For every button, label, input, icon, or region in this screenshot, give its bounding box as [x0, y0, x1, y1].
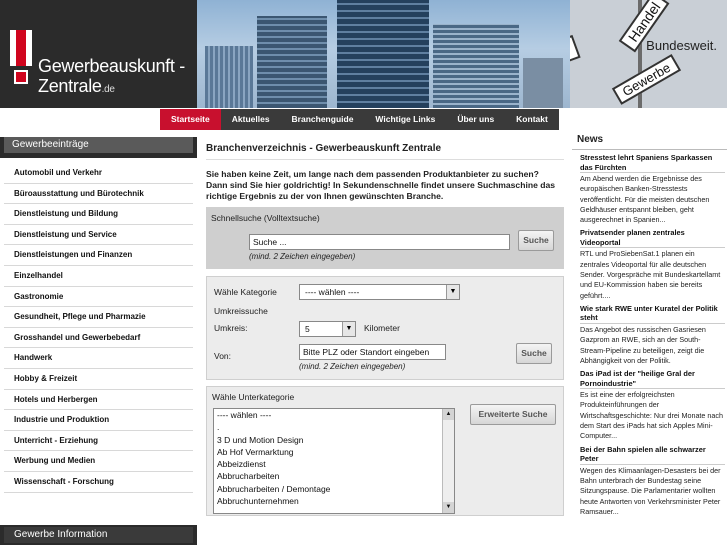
subcategory-listbox[interactable]: ---- wählen ---- . 3 D und Motion Design…: [213, 408, 455, 514]
banner-claim: Bundesweit.: [646, 38, 717, 53]
banner-skyscrapers-image: [197, 0, 570, 108]
category-label: Wähle Kategorie: [214, 287, 277, 297]
category-search-button[interactable]: Suche: [516, 343, 552, 364]
nav-startseite[interactable]: Startseite: [160, 109, 221, 130]
quick-search-panel: Schnellsuche (Volltextsuche) Suche ... (…: [206, 207, 564, 269]
location-input[interactable]: Bitte PLZ oder Standort eingeben: [299, 344, 446, 360]
news-teaser: Das Angebot des russischen Gasriesen Gaz…: [580, 324, 706, 365]
sidebar-item-wissenschaft[interactable]: Wissenschaft - Forschung: [4, 472, 193, 493]
sidebar-item-einzelhandel[interactable]: Einzelhandel: [4, 266, 193, 287]
nav-wichtige-links[interactable]: Wichtige Links: [364, 109, 446, 130]
logo-text-zentrale: Zentrale: [38, 76, 102, 96]
subcategory-option[interactable]: 3 D und Motion Design: [214, 434, 454, 446]
news-teaser: Wegen des Klimaanlagen-Desasters bei der…: [580, 465, 721, 516]
subcategory-option[interactable]: Abbruchunternehmen: [214, 495, 454, 507]
sidebar-item-handwerk[interactable]: Handwerk: [4, 348, 193, 369]
exclamation-logo-icon: [10, 30, 32, 84]
sidebar-item-automobil[interactable]: Automobil und Verkehr: [4, 163, 193, 184]
sidebar-category-list: Automobil und Verkehr Büroausstattung un…: [0, 161, 197, 493]
quick-search-button[interactable]: Suche: [518, 230, 554, 251]
nav-bar: Startseite Aktuelles Branchenguide Wicht…: [0, 108, 727, 131]
sidebar-item-industrie[interactable]: Industrie und Produktion: [4, 410, 193, 431]
sidebar-heading-info: Gewerbe Information: [0, 525, 197, 545]
subcategory-option[interactable]: Ab Hof Vermarktung: [214, 446, 454, 458]
news-item: Stresstest lehrt Spaniens Sparkassen das…: [572, 150, 727, 225]
main-content: Branchenverzeichnis - Gewerbeauskunft Ze…: [206, 131, 564, 545]
nav-aktuelles[interactable]: Aktuelles: [221, 109, 281, 130]
news-headline[interactable]: Stresstest lehrt Spaniens Sparkassen das…: [580, 150, 725, 173]
news-column: News Stresstest lehrt Spaniens Sparkasse…: [572, 131, 727, 545]
sidebar-heading-label: Gewerbeeinträge: [4, 137, 193, 153]
chevron-down-icon: ▼: [446, 285, 459, 299]
radius-section-label: Umkreissuche: [214, 306, 268, 316]
news-headline[interactable]: Bei der Bahn spielen alle schwarzer Pete…: [580, 442, 725, 465]
subcategory-option[interactable]: ---- wählen ----: [214, 409, 454, 421]
news-item: Privatsender planen zentrales Videoporta…: [572, 225, 727, 300]
radius-select-value: 5: [305, 324, 310, 334]
sidebar-item-bueroausstattung[interactable]: Büroausstattung und Bürotechnik: [4, 184, 193, 205]
sidebar-item-werbung[interactable]: Werbung und Medien: [4, 451, 193, 472]
news-teaser: Es ist eine der erfolgreichsten Produkte…: [580, 390, 724, 441]
quick-search-title: Schnellsuche (Volltextsuche): [211, 213, 320, 223]
category-select-value: ---- wählen ----: [305, 287, 360, 297]
news-item: Das iPad ist der "heilige Gral der Porno…: [572, 366, 727, 441]
location-hint: (mind. 2 Zeichen eingegeben): [299, 362, 406, 371]
news-item: Wie stark RWE unter Kuratel der Politik …: [572, 301, 727, 366]
subcategory-option[interactable]: Abbrucharbeiten / Demontage: [214, 483, 454, 495]
scroll-up-icon[interactable]: ▲: [443, 409, 454, 420]
sidebar-item-hobby[interactable]: Hobby & Freizeit: [4, 369, 193, 390]
sidebar-item-grosshandel[interactable]: Grosshandel und Gewerbebedarf: [4, 328, 193, 349]
news-teaser: Am Abend werden die Ergebnisse des europ…: [580, 174, 710, 225]
subcategory-scrollbar[interactable]: ▲ ▼: [442, 409, 454, 513]
nav-kontakt[interactable]: Kontakt: [505, 109, 559, 130]
radius-unit-label: Kilometer: [364, 323, 400, 333]
banner-signpost-image: Handel Industrie Gewerbe Bundesweit.: [570, 0, 727, 108]
subcategory-panel: Wähle Unterkategorie ---- wählen ---- . …: [206, 386, 564, 516]
subcategory-option[interactable]: Abbeizdienst: [214, 458, 454, 470]
sign-gewerbe: Gewerbe: [611, 54, 681, 105]
news-headline[interactable]: Das iPad ist der "heilige Gral der Porno…: [580, 366, 725, 390]
radius-label: Umkreis:: [214, 323, 248, 333]
news-title: News: [577, 134, 604, 145]
quick-search-hint: (mind. 2 Zeichen eingegeben): [249, 252, 356, 261]
news-teaser: RTL und ProSiebenSat.1 planen ein zentra…: [580, 249, 721, 300]
logo-text-line1: Gewerbeauskunft -: [38, 56, 185, 76]
advanced-search-button[interactable]: Erweiterte Suche: [470, 404, 556, 425]
news-headline[interactable]: Privatsender planen zentrales Videoporta…: [580, 225, 725, 249]
category-select[interactable]: ---- wählen ---- ▼: [299, 284, 460, 300]
sidebar-item-dienstleistung-bildung[interactable]: Dienstleistung und Bildung: [4, 204, 193, 225]
subcategory-option[interactable]: .: [214, 421, 454, 433]
logo-text-line2: Zentrale.de: [38, 76, 115, 97]
page-title: Branchenverzeichnis - Gewerbeauskunft Ze…: [206, 143, 442, 154]
news-item: Bei der Bahn spielen alle schwarzer Pete…: [572, 442, 727, 517]
site-logo[interactable]: Gewerbeauskunft - Zentrale.de: [0, 0, 197, 108]
nav-branchenguide[interactable]: Branchenguide: [281, 109, 365, 130]
title-divider: [206, 159, 564, 160]
sign-industrie: Industrie: [570, 34, 581, 86]
subcategory-title: Wähle Unterkategorie: [212, 392, 295, 402]
sidebar-item-gastronomie[interactable]: Gastronomie: [4, 287, 193, 308]
logo-tld: .de: [101, 84, 115, 95]
radius-select[interactable]: 5 ▼: [299, 321, 356, 337]
sidebar-heading: Gewerbeeinträge: [0, 137, 197, 161]
sidebar-item-dienstleistung-service[interactable]: Dienstleistung und Service: [4, 225, 193, 246]
nav-ueber-uns[interactable]: Über uns: [446, 109, 505, 130]
sidebar-item-hotels[interactable]: Hotels und Herbergen: [4, 390, 193, 411]
location-label: Von:: [214, 351, 232, 361]
chevron-down-icon: ▼: [342, 322, 355, 336]
news-headline[interactable]: Wie stark RWE unter Kuratel der Politik …: [580, 301, 725, 324]
sidebar: Gewerbeeinträge Automobil und Verkehr Bü…: [0, 131, 197, 545]
main-nav: Startseite Aktuelles Branchenguide Wicht…: [160, 109, 559, 130]
sidebar-item-unterricht[interactable]: Unterricht - Erziehung: [4, 431, 193, 452]
header: Gewerbeauskunft - Zentrale.de Handel Ind…: [0, 0, 727, 108]
intro-text: Sie haben keine Zeit, um lange nach dem …: [206, 169, 556, 201]
subcategory-option[interactable]: Abbrucharbeiten: [214, 470, 454, 482]
sidebar-item-gesundheit[interactable]: Gesundheit, Pflege und Pharmazie: [4, 307, 193, 328]
scroll-down-icon[interactable]: ▼: [443, 502, 454, 513]
sidebar-item-dienstleistungen-finanzen[interactable]: Dienstleistungen und Finanzen: [4, 245, 193, 266]
sidebar-heading-info-label: Gewerbe Information: [4, 527, 193, 543]
quick-search-input[interactable]: Suche ...: [249, 234, 510, 250]
category-search-panel: Wähle Kategorie ---- wählen ---- ▼ Umkre…: [206, 276, 564, 380]
